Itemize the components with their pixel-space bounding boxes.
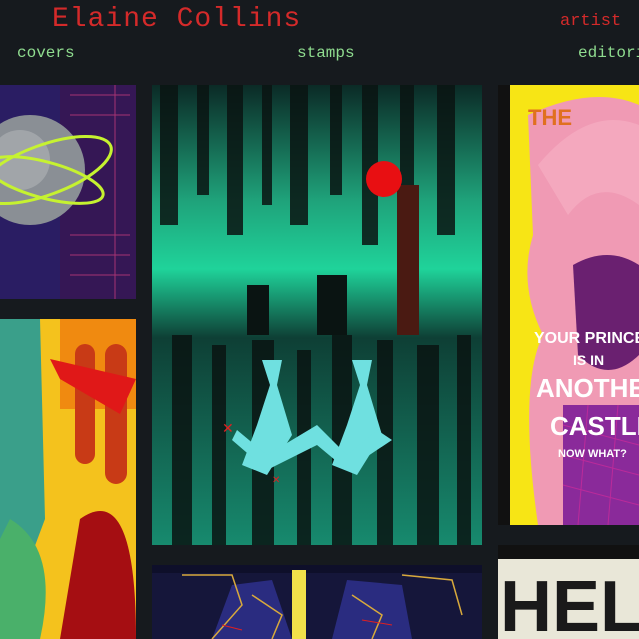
poster-text-is-in: IS IN <box>573 352 604 368</box>
poster-text-now-what: NOW WHAT? <box>558 448 627 460</box>
poster-text-your-princess: YOUR PRINCESS <box>534 330 639 347</box>
poster-text-hello: HELLO <box>500 567 639 639</box>
art-tile-princess-poster[interactable]: THE YOUR PRINCESS IS IN ANOTHER CASTLE N… <box>498 85 639 525</box>
nav-link-editorial[interactable]: editori <box>578 44 639 62</box>
art-princess-poster-image: THE YOUR PRINCESS IS IN ANOTHER CASTLE N… <box>498 85 639 525</box>
svg-text:✕: ✕ <box>272 475 280 486</box>
poster-text-castle: CASTLE <box>550 411 639 441</box>
art-twin-rabbits-image: ✕ ✕ <box>152 85 482 545</box>
artist-role-label: artist <box>560 12 622 31</box>
art-circuit-figure-image <box>152 565 482 639</box>
site-header: Elaine Collins artist covers stamps edit… <box>0 0 639 80</box>
art-tile-planet-orbit[interactable] <box>0 85 136 299</box>
art-tile-circuit-figure[interactable] <box>152 565 482 639</box>
art-planet-orbit-image <box>0 85 136 299</box>
art-tile-figure-red-scarf[interactable] <box>0 319 136 639</box>
art-tile-twin-rabbits[interactable]: ✕ ✕ <box>152 85 482 545</box>
nav-link-stamps[interactable]: stamps <box>297 44 355 62</box>
poster-text-the: THE <box>528 105 572 130</box>
svg-text:✕: ✕ <box>222 421 234 437</box>
art-tile-hello-poster[interactable]: HELLO <box>498 545 639 639</box>
nav-link-covers[interactable]: covers <box>17 44 75 62</box>
art-hello-poster-image: HELLO <box>498 545 639 639</box>
poster-text-another: ANOTHER <box>536 373 639 403</box>
art-figure-red-scarf-image <box>0 319 136 639</box>
site-title[interactable]: Elaine Collins <box>52 4 301 35</box>
